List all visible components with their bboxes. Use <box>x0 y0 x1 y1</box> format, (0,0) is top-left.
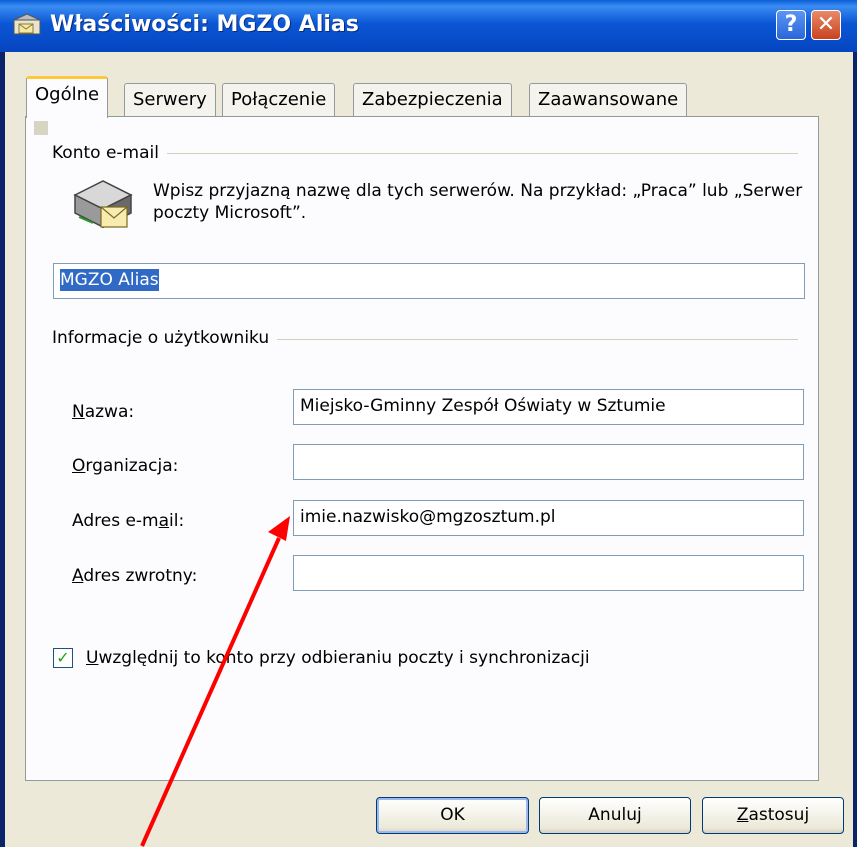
organization-input[interactable] <box>293 444 804 480</box>
close-button[interactable]: ✕ <box>811 10 841 40</box>
properties-window: Właściwości: MGZO Alias ? ✕ Ogólne Serwe… <box>0 0 857 847</box>
ok-button[interactable]: OK <box>376 797 529 834</box>
window-title: Właściwości: MGZO Alias <box>50 12 359 37</box>
account-name-value: MGZO Alias <box>60 269 159 291</box>
tab-zaawansowane[interactable]: Zaawansowane <box>529 83 688 117</box>
reply-address-input[interactable] <box>293 555 804 591</box>
mail-account-icon <box>13 13 41 35</box>
email-input[interactable]: imie.nazwisko@mgzosztum.pl <box>293 500 804 536</box>
mail-server-icon <box>73 180 133 229</box>
organization-label: Organizacja: <box>72 456 179 476</box>
tab-serwery[interactable]: Serwery <box>124 83 216 117</box>
account-name-input[interactable]: MGZO Alias <box>53 263 805 299</box>
reply-address-label: Adres zwrotny: <box>72 566 198 586</box>
help-button[interactable]: ? <box>776 10 806 40</box>
focus-marker <box>34 121 48 135</box>
cancel-button[interactable]: Anuluj <box>539 797 691 834</box>
account-description: Wpisz przyjazną nazwę dla tych serwerów.… <box>153 181 803 223</box>
group-label-user-info: Informacje o użytkowniku <box>52 328 278 348</box>
tab-polaczenie[interactable]: Połączenie <box>222 83 336 117</box>
tab-zabezpieczenia[interactable]: Zabezpieczenia <box>353 83 512 117</box>
apply-button[interactable]: Zastosuj <box>702 797 844 834</box>
group-label-email-account: Konto e-mail <box>52 143 167 163</box>
include-account-checkbox[interactable]: ✓ <box>53 648 73 668</box>
name-label: Nazwa: <box>72 402 135 422</box>
include-account-label[interactable]: Uwzględnij to konto przy odbieraniu pocz… <box>86 648 590 668</box>
email-label: Adres e-mail: <box>72 511 185 531</box>
tab-ogolne[interactable]: Ogólne <box>26 76 109 118</box>
title-bar[interactable]: Właściwości: MGZO Alias ? ✕ <box>0 0 857 52</box>
name-input[interactable]: Miejsko-Gminny Zespół Oświaty w Sztumie <box>293 389 804 425</box>
